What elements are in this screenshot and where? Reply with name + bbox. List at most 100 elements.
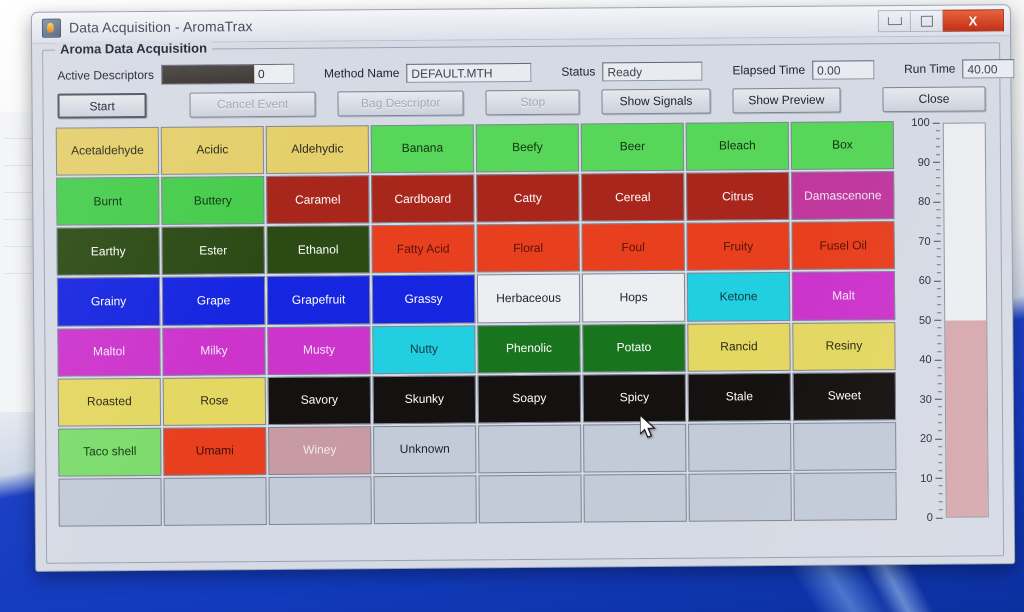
descriptor-cell[interactable]: Acidic: [160, 126, 265, 175]
gauge-track[interactable]: [942, 122, 989, 518]
gauge-minor-tick: [937, 382, 942, 384]
descriptor-cell[interactable]: Milky: [162, 326, 266, 376]
gauge-minor-tick: [938, 493, 943, 495]
descriptor-cell[interactable]: Earthy: [56, 227, 160, 277]
descriptor-cell[interactable]: Foul: [581, 222, 685, 272]
start-button[interactable]: Start: [57, 92, 147, 119]
descriptor-cell[interactable]: Cardboard: [371, 174, 475, 224]
descriptor-cell[interactable]: Catty: [476, 173, 580, 223]
descriptor-cell[interactable]: Floral: [476, 223, 580, 273]
descriptor-cell[interactable]: Buttery: [161, 176, 265, 226]
gauge-minor-tick: [938, 446, 943, 448]
descriptor-cell[interactable]: Grassy: [371, 274, 476, 324]
cancel-event-button: Cancel Event: [189, 91, 316, 118]
active-descriptors-progress: 0: [160, 63, 295, 85]
descriptor-cell[interactable]: Herbaceous: [476, 273, 581, 323]
descriptor-cell-empty[interactable]: [58, 477, 162, 527]
descriptor-cell[interactable]: Burnt: [56, 176, 160, 226]
descriptor-cell[interactable]: Grapefruit: [266, 275, 371, 325]
descriptor-cell[interactable]: Maltol: [57, 327, 161, 377]
gauge-tick-label: 10: [920, 472, 933, 485]
show-preview-button[interactable]: Show Preview: [732, 87, 841, 114]
descriptor-cell-empty[interactable]: [688, 472, 792, 522]
descriptor-cell[interactable]: Umami: [163, 426, 267, 476]
descriptor-cell[interactable]: Caramel: [266, 175, 370, 225]
show-signals-button[interactable]: Show Signals: [601, 88, 711, 115]
descriptor-cell[interactable]: Unknown: [373, 425, 477, 475]
minimize-button[interactable]: [877, 9, 912, 33]
gauge-minor-tick: [936, 169, 941, 171]
maximize-button[interactable]: [910, 9, 943, 32]
method-name-input[interactable]: DEFAULT.MTH: [406, 62, 532, 83]
gauge-tick-mark: [935, 517, 943, 519]
descriptor-cell[interactable]: Rancid: [687, 322, 791, 372]
descriptor-cell[interactable]: Acetaldehyde: [55, 126, 160, 176]
descriptor-cell-empty[interactable]: [583, 473, 687, 523]
descriptor-cell[interactable]: Soapy: [477, 374, 582, 424]
descriptor-cell[interactable]: Sweet: [792, 371, 897, 421]
run-time-label: Run Time: [904, 61, 956, 76]
gauge-minor-tick: [938, 485, 943, 487]
descriptor-cell[interactable]: Beer: [580, 122, 685, 172]
descriptor-cell-empty[interactable]: [478, 424, 582, 474]
descriptor-cell[interactable]: Grape: [161, 276, 266, 326]
gauge-tick: 80: [908, 196, 941, 208]
descriptor-cell[interactable]: Bleach: [685, 121, 790, 171]
descriptor-cell[interactable]: Cereal: [581, 172, 685, 222]
run-time-value[interactable]: 40.00: [962, 58, 1015, 79]
descriptor-cell[interactable]: Resiny: [792, 321, 896, 371]
descriptor-cell-empty[interactable]: [793, 471, 897, 521]
gauge-tick-label: 40: [919, 353, 932, 366]
descriptor-cell[interactable]: Winey: [268, 425, 372, 475]
descriptor-cell[interactable]: Grainy: [56, 277, 161, 327]
descriptor-cell-empty[interactable]: [688, 422, 792, 472]
descriptor-area: Acetaldehyde Acidic Aldehydic Banana Beefy Be…: [52, 117, 995, 530]
descriptor-cell[interactable]: Fusel Oil: [791, 221, 895, 271]
descriptor-cell[interactable]: Skunky: [372, 374, 477, 424]
descriptor-cell[interactable]: Malt: [791, 271, 896, 321]
descriptor-cell-empty[interactable]: [478, 474, 582, 524]
gauge-minor-tick: [938, 430, 943, 432]
descriptor-cell[interactable]: Citrus: [686, 172, 790, 221]
descriptor-cell-empty[interactable]: [163, 476, 267, 526]
descriptor-cell[interactable]: Nutty: [372, 324, 476, 374]
gauge-tick-label: 70: [918, 235, 931, 248]
gauge-minor-tick: [936, 185, 941, 187]
descriptor-cell[interactable]: Damascenone: [791, 171, 895, 221]
descriptor-cell[interactable]: Spicy: [582, 373, 687, 423]
descriptor-cell[interactable]: Stale: [687, 372, 792, 422]
descriptor-cell[interactable]: Fruity: [686, 222, 790, 272]
descriptor-cell[interactable]: Rose: [162, 376, 267, 426]
gauge-tick: 20: [910, 433, 943, 445]
descriptor-cell-empty[interactable]: [373, 475, 477, 525]
gauge-minor-tick: [937, 303, 942, 305]
descriptor-cell[interactable]: Musty: [267, 325, 371, 375]
descriptor-cell[interactable]: Box: [790, 121, 895, 171]
descriptor-cell-empty[interactable]: [268, 476, 372, 526]
descriptor-cell[interactable]: Ethanol: [266, 225, 370, 275]
descriptor-cell[interactable]: Phenolic: [477, 324, 581, 373]
descriptor-cell[interactable]: Roasted: [57, 377, 162, 427]
descriptor-cell[interactable]: Beefy: [475, 123, 580, 173]
descriptor-cell[interactable]: Ketone: [686, 272, 791, 322]
descriptor-cell-empty[interactable]: [793, 421, 897, 471]
close-button[interactable]: X: [942, 9, 1004, 32]
gauge-minor-tick: [937, 327, 942, 329]
descriptor-cell[interactable]: Potato: [582, 323, 686, 373]
gauge-minor-tick: [936, 177, 941, 179]
gauge-tick: 60: [909, 275, 941, 287]
gauge-minor-tick: [937, 375, 942, 377]
descriptor-cell[interactable]: Banana: [370, 124, 475, 174]
descriptor-cell[interactable]: Taco shell: [58, 427, 162, 477]
descriptor-cell[interactable]: Fatty Acid: [371, 224, 475, 274]
descriptor-cell-empty[interactable]: [583, 423, 687, 473]
descriptor-cell[interactable]: Hops: [581, 273, 686, 323]
descriptor-cell[interactable]: Ester: [161, 226, 265, 276]
close-dialog-button[interactable]: Close: [882, 86, 986, 113]
descriptor-cell[interactable]: Savory: [267, 375, 372, 425]
gauge-tick-label: 50: [918, 314, 932, 327]
descriptor-cell[interactable]: Aldehydic: [265, 125, 370, 175]
gauge-minor-tick: [936, 224, 941, 226]
status-field: Status Ready: [561, 61, 703, 81]
active-descriptors-value: 0: [253, 64, 294, 84]
